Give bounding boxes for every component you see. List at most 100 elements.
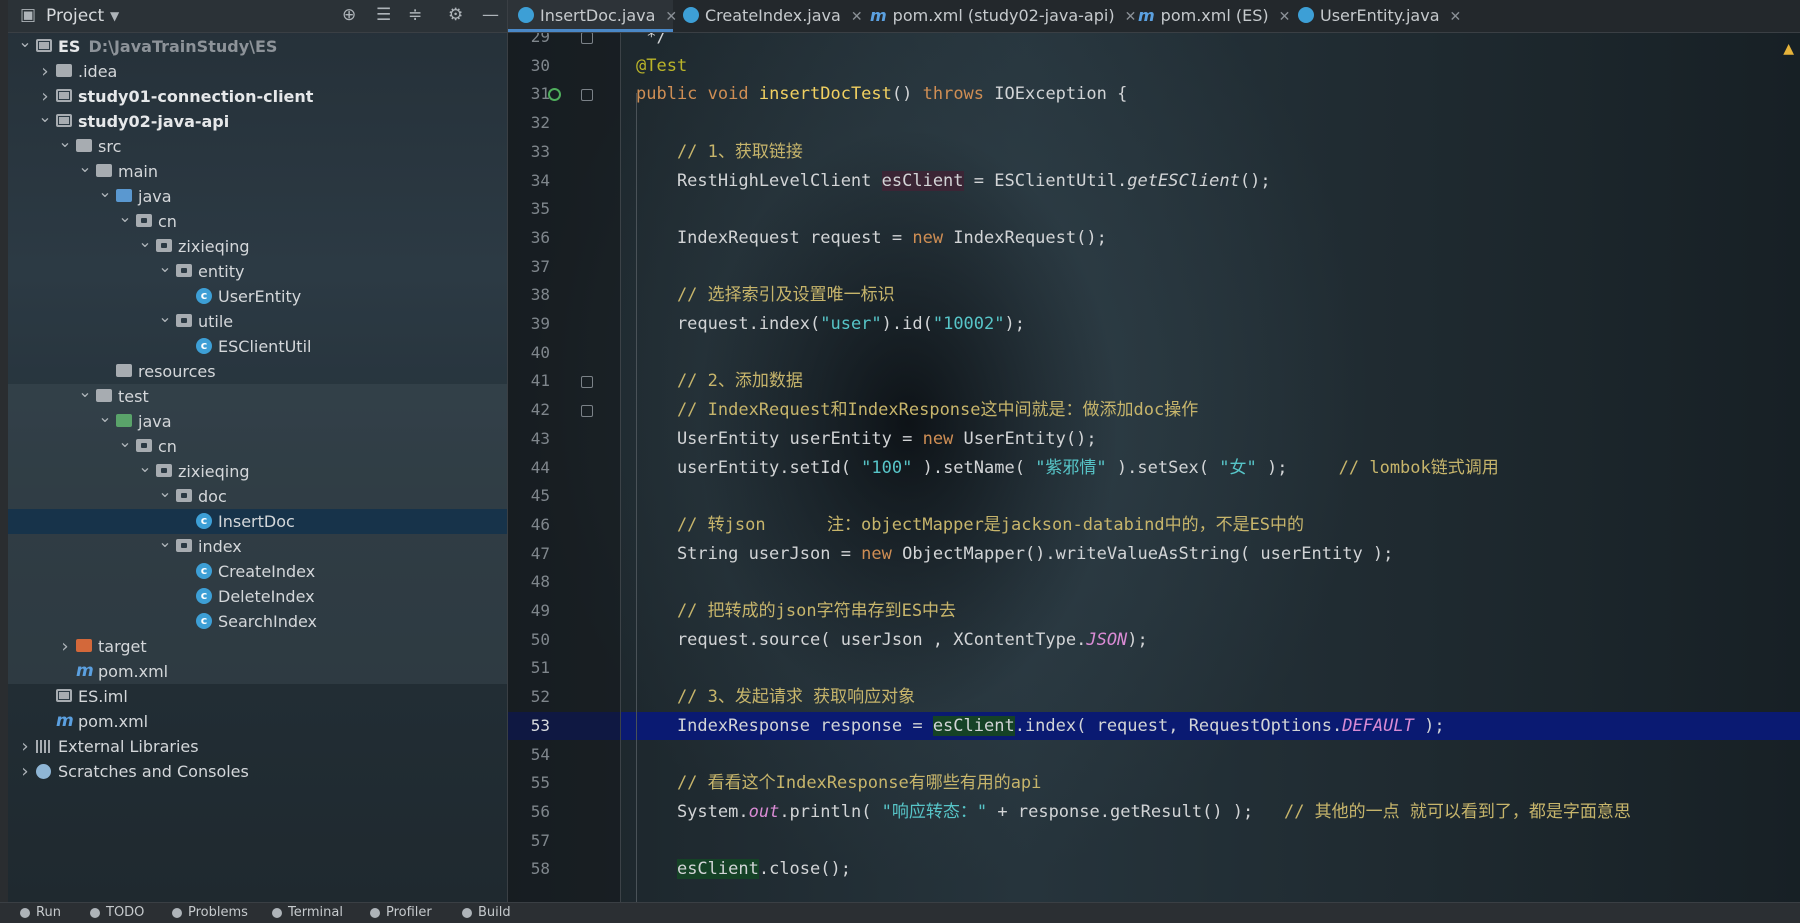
collapse-all-icon[interactable]: ≑: [408, 5, 422, 25]
tree-item[interactable]: ⌄ entity: [8, 257, 507, 284]
tree-item[interactable]: c CreateIndex: [8, 559, 507, 584]
code-line[interactable]: IndexResponse response = esClient.index(…: [636, 712, 1445, 740]
code-line[interactable]: public void insertDocTest() throws IOExc…: [636, 80, 1127, 108]
code-token: insertDocTest: [758, 84, 892, 105]
chevron-down-icon[interactable]: ⌄: [158, 254, 172, 279]
project-panel-title[interactable]: Project: [46, 6, 104, 26]
locate-file-icon[interactable]: ⊕: [342, 5, 356, 25]
tree-item[interactable]: ⌄ test: [8, 382, 507, 409]
code-line[interactable]: IndexRequest request = new IndexRequest(…: [636, 224, 1107, 252]
tree-item[interactable]: ⌄ java: [8, 182, 507, 209]
tree-item[interactable]: ⌄ study02-java-api: [8, 107, 507, 134]
tree-item[interactable]: ⌄ ES D:\JavaTrainStudy\ES: [8, 32, 507, 59]
tree-item[interactable]: ⌄ cn: [8, 432, 507, 459]
chevron-down-icon[interactable]: ⌄: [78, 379, 92, 404]
code-line[interactable]: // 把转成的json字符串存到ES中去: [636, 597, 956, 625]
tree-item[interactable]: ⌄ main: [8, 157, 507, 184]
tree-item[interactable]: m pom.xml: [8, 659, 507, 684]
fold-marker-icon[interactable]: [581, 405, 593, 418]
code-line[interactable]: System.out.println( "响应转态：" + response.g…: [636, 798, 1631, 826]
chevron-down-icon[interactable]: ⌄: [158, 304, 172, 329]
tree-item[interactable]: › Scratches and Consoles: [8, 759, 507, 784]
code-line[interactable]: request.source( userJson , XContentType.…: [636, 626, 1148, 654]
tree-item[interactable]: › External Libraries: [8, 734, 507, 759]
tree-item[interactable]: ⌄ cn: [8, 207, 507, 234]
tree-item[interactable]: m pom.xml: [8, 709, 507, 734]
code-line[interactable]: UserEntity userEntity = new UserEntity()…: [636, 425, 1097, 453]
code-line[interactable]: */: [636, 33, 666, 51]
tree-item[interactable]: ⌄ utile: [8, 307, 507, 334]
chevron-down-icon[interactable]: ⌄: [138, 229, 152, 254]
chevron-down-icon[interactable]: ⌄: [158, 479, 172, 504]
fold-marker-icon[interactable]: [581, 89, 593, 102]
tool-window-todo[interactable]: TODO: [90, 905, 144, 920]
tool-window-build[interactable]: Build: [462, 905, 511, 920]
tool-window-run[interactable]: Run: [20, 905, 61, 920]
chevron-down-icon[interactable]: ⌄: [138, 454, 152, 479]
chevron-right-icon[interactable]: ›: [18, 734, 32, 759]
code-line[interactable]: // 1、获取链接: [636, 138, 803, 166]
project-folder-icon[interactable]: ▣: [20, 5, 36, 25]
editor-tab[interactable]: InsertDoc.java ✕: [508, 0, 677, 32]
editor-tab[interactable]: m pom.xml (ES) ✕: [1128, 0, 1290, 32]
tree-item[interactable]: ⌄ java: [8, 407, 507, 434]
expand-all-icon[interactable]: ☰: [376, 5, 391, 25]
code-line[interactable]: userEntity.setId( "100" ).setName( "紫邪情"…: [636, 454, 1499, 482]
tree-item[interactable]: c ESClientUtil: [8, 334, 507, 359]
chevron-down-icon[interactable]: ⌄: [118, 429, 132, 454]
tree-item[interactable]: › target: [8, 634, 507, 659]
run-test-gutter-icon[interactable]: [548, 88, 561, 102]
code-token: // 看看这个IndexResponse有哪些有用的api: [636, 773, 1042, 794]
chevron-right-icon[interactable]: ›: [38, 59, 52, 84]
chevron-down-icon[interactable]: ⌄: [78, 154, 92, 179]
tree-item-label: doc: [198, 487, 227, 506]
editor-tab[interactable]: CreateIndex.java ✕: [673, 0, 863, 32]
tool-window-problems[interactable]: Problems: [172, 905, 248, 920]
warning-icon[interactable]: ▲: [1783, 41, 1794, 57]
tree-item[interactable]: ⌄ zixieqing: [8, 232, 507, 259]
tree-item[interactable]: ⌄ doc: [8, 482, 507, 509]
fold-marker-icon[interactable]: [581, 376, 593, 389]
code-line[interactable]: esClient.close();: [636, 855, 851, 883]
tree-item[interactable]: › .idea: [8, 59, 507, 84]
code-line[interactable]: String userJson = new ObjectMapper().wri…: [636, 540, 1393, 568]
chevron-down-icon[interactable]: ⌄: [98, 404, 112, 429]
chevron-down-icon[interactable]: ⌄: [158, 529, 172, 554]
code-line[interactable]: // IndexRequest和IndexResponse这中间就是：做添加do…: [636, 396, 1198, 424]
chevron-down-icon[interactable]: ⌄: [38, 104, 52, 129]
tree-item[interactable]: c SearchIndex: [8, 609, 507, 634]
chevron-right-icon[interactable]: ›: [58, 634, 72, 659]
tree-item[interactable]: › study01-connection-client: [8, 84, 507, 109]
code-token: );: [1004, 314, 1025, 334]
code-line[interactable]: RestHighLevelClient esClient = ESClientU…: [636, 167, 1271, 195]
code-line[interactable]: // 看看这个IndexResponse有哪些有用的api: [636, 769, 1041, 797]
chevron-down-icon[interactable]: ⌄: [58, 129, 72, 154]
close-tab-icon[interactable]: ✕: [1450, 9, 1462, 25]
editor-tab[interactable]: UserEntity.java ✕: [1288, 0, 1461, 32]
code-line[interactable]: // 2、添加数据: [636, 367, 803, 395]
line-number: 49: [530, 601, 550, 620]
tree-item[interactable]: ⌄ zixieqing: [8, 457, 507, 484]
code-line[interactable]: @Test: [636, 52, 687, 80]
code-line[interactable]: // 选择索引及设置唯一标识: [636, 281, 895, 309]
tool-window-profiler[interactable]: Profiler: [370, 905, 432, 920]
tree-item[interactable]: c InsertDoc: [8, 509, 507, 534]
chevron-right-icon[interactable]: ›: [18, 759, 32, 784]
tree-item[interactable]: ⌄ index: [8, 532, 507, 559]
tool-window-terminal[interactable]: Terminal: [272, 905, 343, 920]
code-line[interactable]: // 3、发起请求 获取响应对象: [636, 683, 915, 711]
code-editor[interactable]: 29 30 31 32 33 34 35 36 37 38 39 40 41 42 43 44 45 46 47 48…: [508, 33, 1800, 902]
chevron-down-icon[interactable]: ⌄: [98, 179, 112, 204]
chevron-down-icon[interactable]: ⌄: [118, 204, 132, 229]
project-view-dropdown-icon[interactable]: ▼: [110, 9, 119, 23]
tree-item[interactable]: ES.iml: [8, 684, 507, 709]
code-line[interactable]: // 转json 注：objectMapper是jackson-databind…: [636, 511, 1304, 539]
editor-tab[interactable]: m pom.xml (study02-java-api) ✕: [860, 0, 1136, 32]
fold-marker-icon[interactable]: [581, 33, 593, 44]
tree-item[interactable]: c DeleteIndex: [8, 584, 507, 609]
chevron-down-icon[interactable]: ⌄: [18, 29, 32, 54]
settings-gear-icon[interactable]: ⚙: [448, 5, 463, 25]
code-line[interactable]: request.index("user").id("10002");: [636, 310, 1025, 338]
tree-item[interactable]: c UserEntity: [8, 284, 507, 309]
hide-panel-icon[interactable]: —: [482, 5, 499, 25]
